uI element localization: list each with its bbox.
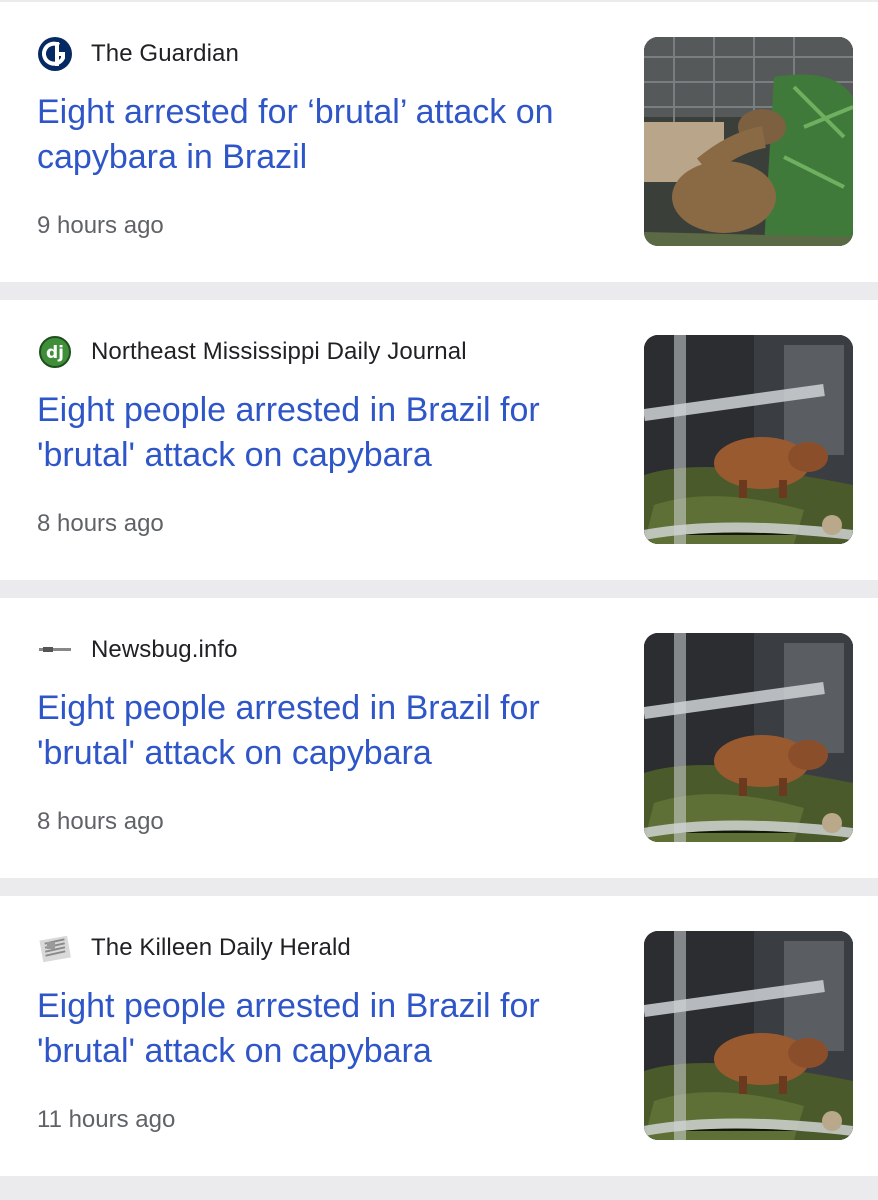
source-row: The Guardian [37,36,239,72]
news-card[interactable]: The Killeen Daily Herald Eight people ar… [0,896,878,1176]
source-name: Northeast Mississippi Daily Journal [91,338,467,365]
source-name: The Killeen Daily Herald [91,934,351,961]
guardian-logo-icon [37,36,73,72]
article-headline[interactable]: Eight people arrested in Brazil for 'bru… [37,388,607,478]
published-time: 9 hours ago [37,212,164,239]
news-feed: The Guardian Eight arrested for ‘brutal’… [0,0,878,1200]
news-card[interactable]: dj Northeast Mississippi Daily Journal E… [0,300,878,580]
source-row: The Killeen Daily Herald [37,930,351,966]
published-time: 8 hours ago [37,808,164,835]
killeen-herald-logo-icon [37,930,73,966]
source-name: Newsbug.info [91,636,238,663]
source-row: dj Northeast Mississippi Daily Journal [37,334,467,370]
source-name: The Guardian [91,40,239,67]
published-time: 11 hours ago [37,1106,176,1133]
daily-journal-logo-icon: dj [37,334,73,370]
svg-text:dj: dj [46,343,64,363]
article-headline[interactable]: Eight people arrested in Brazil for 'bru… [37,984,607,1074]
news-card[interactable]: The Guardian Eight arrested for ‘brutal’… [0,2,878,282]
article-thumbnail[interactable] [644,931,853,1140]
article-thumbnail[interactable] [644,37,853,246]
source-row: Newsbug.info [37,632,238,668]
article-headline[interactable]: Eight people arrested in Brazil for 'bru… [37,686,607,776]
published-time: 8 hours ago [37,510,164,537]
article-headline[interactable]: Eight arrested for ‘brutal’ attack on ca… [37,90,607,180]
article-thumbnail[interactable] [644,633,853,842]
article-thumbnail[interactable] [644,335,853,544]
newsbug-logo-icon [37,632,73,668]
news-card[interactable]: Newsbug.info Eight people arrested in Br… [0,598,878,878]
